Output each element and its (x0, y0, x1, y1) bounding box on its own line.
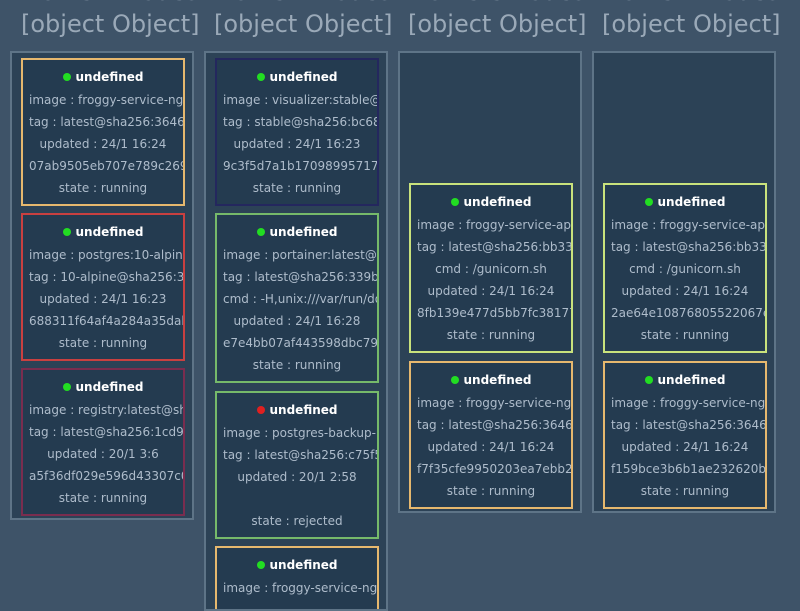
status-running-icon (256, 227, 265, 236)
task-tag: tag : latest@sha256:3646bebb (417, 418, 571, 432)
task-title: undefined (23, 225, 183, 239)
task-title: undefined (217, 558, 377, 572)
task-card[interactable]: undefined image : registry:latest@sha256… (21, 368, 185, 516)
task-updated: updated : 24/1 16:23 (233, 137, 361, 151)
task-updated: updated : 24/1 16:24 (39, 137, 167, 151)
node-column-2: undefined image : visualizer:stable@sha2… (204, 51, 388, 611)
task-tag: tag : latest@sha256:bb339d2b (417, 240, 571, 254)
task-hash: 2ae64e10876805522067ec66c (611, 306, 765, 320)
task-title: undefined (217, 70, 377, 84)
status-running-icon (62, 227, 71, 236)
task-image: image : froggy-service-api:latest (417, 218, 571, 232)
task-image: image : portainer:latest@sha2 (223, 248, 377, 262)
status-running-icon (256, 72, 265, 81)
task-updated: updated : 24/1 16:24 (427, 440, 555, 454)
task-cmd: cmd : /gunicorn.sh (629, 262, 741, 276)
task-card[interactable]: undefined image : froggy-service-nginx:l… (21, 58, 185, 206)
column-header-title: [object Object] (602, 10, 781, 38)
task-state: state : rejected (251, 514, 343, 528)
task-cmd: cmd : /gunicorn.sh (435, 262, 547, 276)
task-state: state : running (58, 491, 148, 505)
task-title: undefined (411, 373, 571, 387)
task-image: image : froggy-service-nginx:la (223, 581, 377, 595)
status-running-icon (62, 72, 71, 81)
task-card[interactable]: undefined image : froggy-service-nginx:l… (603, 361, 767, 509)
node-column-3: undefined image : froggy-service-api:lat… (398, 51, 582, 513)
task-image: image : froggy-service-nginx:la (417, 396, 571, 410)
task-hash: 8fb139e477d5bb7fc3817724b (417, 306, 571, 320)
task-updated: updated : 24/1 16:24 (621, 440, 749, 454)
node-column-4: undefined image : froggy-service-api:lat… (592, 51, 776, 513)
task-title: undefined (23, 70, 183, 84)
task-image: image : registry:latest@sha256 (29, 403, 183, 417)
task-card[interactable]: undefined image : froggy-service-nginx:l… (409, 361, 573, 509)
task-image: image : froggy-service-api:late (611, 218, 765, 232)
task-image: image : froggy-service-nginx:latest (29, 93, 183, 107)
task-updated: updated : 24/1 16:23 (39, 292, 167, 306)
column-header-title: [object Object] (214, 10, 393, 38)
column-header-title: [object Object] (408, 10, 587, 38)
task-hash: e7e4bb07af443598dbc79e575 (223, 336, 377, 350)
node-column-1: undefined image : froggy-service-nginx:l… (10, 51, 194, 520)
task-card[interactable]: undefined image : postgres-backup-local … (215, 391, 379, 539)
task-state: state : running (252, 181, 342, 195)
task-hash: f7f35cfe9950203ea7ebb277d9 (417, 462, 571, 476)
status-running-icon (450, 375, 459, 384)
task-state: state : running (446, 328, 536, 342)
task-title: undefined (217, 403, 377, 417)
task-updated: updated : 24/1 16:28 (233, 314, 361, 328)
task-image: image : froggy-service-nginx:la (611, 396, 765, 410)
task-tag: tag : stable@sha256:bc680132 (223, 115, 377, 129)
status-running-icon (256, 560, 265, 569)
column-header-title: [object Object] (21, 10, 200, 38)
task-updated: updated : 24/1 16:24 (427, 284, 555, 298)
task-image: image : postgres-backup-local (223, 426, 377, 440)
task-hash: 688311f64af4a284a35dabfef7 (29, 314, 183, 328)
task-hash: f159bce3b6b1ae232620b466e (611, 462, 765, 476)
status-running-icon (62, 382, 71, 391)
task-title: undefined (605, 373, 765, 387)
task-title: undefined (217, 225, 377, 239)
task-tag: tag : 10-alpine@sha256:30ac50 (29, 270, 183, 284)
task-hash: a5f36df029e596d43307c02936 (29, 469, 183, 483)
task-updated: updated : 20/1 2:58 (237, 470, 357, 484)
task-card[interactable]: undefined image : froggy-service-nginx:l… (215, 546, 379, 609)
status-running-icon (644, 375, 653, 384)
task-tag: tag : latest@sha256:c75f5b45c (223, 448, 377, 462)
task-card[interactable]: undefined image : visualizer:stable@sha2… (215, 58, 379, 206)
task-image: image : postgres:10-alpine@sha (29, 248, 183, 262)
task-image: image : visualizer:stable@sha2 (223, 93, 377, 107)
task-state: state : running (58, 336, 148, 350)
task-state: state : running (252, 358, 342, 372)
task-tag: tag : latest@sha256:bb339d2b (611, 240, 765, 254)
task-updated: updated : 20/1 3:6 (47, 447, 159, 461)
column-header-top: worker2 nodes (214, 0, 391, 8)
task-card[interactable]: undefined image : postgres:10-alpine@sha… (21, 213, 185, 361)
task-state: state : running (640, 328, 730, 342)
task-card[interactable]: undefined image : froggy-service-api:lat… (603, 183, 767, 353)
status-running-icon (450, 197, 459, 206)
task-tag: tag : latest@sha256:339b6486 (223, 270, 377, 284)
column-header-top: worker4 nodes (602, 0, 779, 8)
task-hash: 07ab9505eb707e789c2697886 (29, 159, 183, 173)
task-title: undefined (23, 380, 183, 394)
status-running-icon (644, 197, 653, 206)
task-title: undefined (411, 195, 571, 209)
column-header-top: worker3 nodes (408, 0, 585, 8)
task-tag: tag : latest@sha256:1cd9409a3 (29, 425, 183, 439)
task-card[interactable]: undefined image : froggy-service-api:lat… (409, 183, 573, 353)
task-card[interactable]: undefined image : portainer:latest@sha2 … (215, 213, 379, 383)
task-tag: tag : latest@sha256:3646bebb (611, 418, 765, 432)
task-tag: tag : latest@sha256:3646bebbd (29, 115, 183, 129)
task-state: state : running (446, 484, 536, 498)
column-header-top: worker1 nodes (21, 0, 198, 8)
task-cmd: cmd : -H,unix:///var/run/docke (223, 292, 377, 306)
task-hash: 9c3f5d7a1b170989957174ea9 (223, 159, 377, 173)
task-state: state : running (640, 484, 730, 498)
task-updated: updated : 24/1 16:24 (621, 284, 749, 298)
task-state: state : running (58, 181, 148, 195)
task-title: undefined (605, 195, 765, 209)
status-rejected-icon (256, 405, 265, 414)
